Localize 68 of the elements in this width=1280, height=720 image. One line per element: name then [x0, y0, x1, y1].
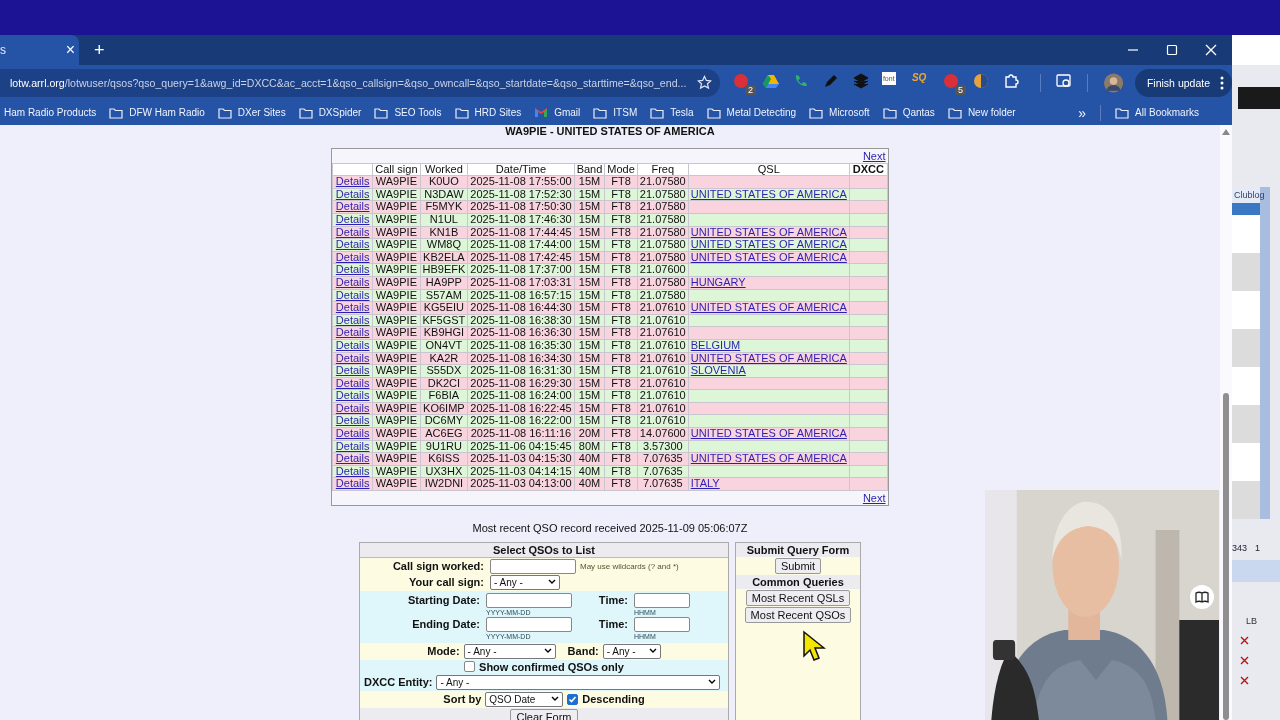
bookmark-item[interactable]: New folder — [947, 106, 1016, 119]
more-bookmarks-button[interactable]: » — [1078, 104, 1087, 121]
field-label: DXCC Entity: — [364, 676, 433, 689]
bookmark-item[interactable]: Qantas — [882, 106, 935, 119]
browser-tab[interactable]: s × — [0, 35, 79, 65]
country-link[interactable]: ITALY — [690, 477, 720, 490]
new-tab-button[interactable]: + — [94, 39, 105, 61]
field-label: Ending Date: — [411, 616, 480, 632]
bookmark-item[interactable]: HRD Sites — [454, 106, 522, 119]
bookmark-item[interactable]: Ham Radio Products — [4, 107, 97, 118]
query-button[interactable]: Most Recent QSOs — [744, 606, 852, 623]
column-header: DXCC — [849, 163, 888, 176]
field-label: Your call sign: — [408, 576, 484, 589]
count-badge: 2 — [744, 84, 756, 95]
bookmark-item[interactable]: ITSM — [593, 106, 638, 119]
column-header: Mode — [604, 163, 638, 176]
column-header: QSL — [688, 163, 850, 176]
page-heading: WA9PIE - UNITED STATES OF AMERICA — [505, 125, 715, 138]
mode-select[interactable]: - Any - — [463, 643, 556, 659]
next-link[interactable]: Next — [862, 492, 886, 505]
column-header: Date/Time — [467, 163, 575, 176]
status-page: 1 — [1255, 543, 1261, 553]
form-title: Select QSOs to List — [360, 542, 728, 558]
field-label: Band: — [567, 645, 599, 658]
address-bar[interactable]: lotw.arrl.org/lotwuser/qsos?qso_query=1&awg_id=DXCC&ac_acct=1&qso_callsign=&qso_owncall=&qso_startdate=&qso_starttime=&qso_end... — [0, 68, 720, 97]
column-header: Freq — [637, 163, 689, 176]
extension-icon[interactable]: 2 — [731, 70, 756, 95]
field-label: Starting Date: — [406, 592, 480, 608]
bookmark-item[interactable]: SEO Tools — [374, 106, 442, 119]
extension-icon[interactable]: 5 — [941, 70, 966, 95]
recent-record-text: Most recent QSO record received 2025-11-09 05:06:07Z — [472, 521, 748, 534]
field-label: Call sign worked: — [391, 560, 484, 573]
band-select[interactable]: - Any - — [602, 643, 661, 659]
field-label: Sort by — [443, 693, 482, 706]
count-badge: 5 — [954, 84, 966, 95]
all-bookmarks-button[interactable]: All Bookmarks — [1115, 106, 1199, 119]
query-button[interactable]: Most Recent QSLs — [745, 589, 851, 606]
field-label: Time: — [597, 616, 628, 632]
checkbox-label: Descending — [582, 693, 645, 706]
sort-select[interactable]: QSO Date — [485, 691, 564, 707]
column-header: Call sign — [372, 163, 420, 176]
dxcc-entity-select[interactable]: - Any - — [436, 674, 721, 690]
checkbox-label: Show confirmed QSOs only — [479, 660, 624, 673]
tab-title: s — [0, 43, 6, 57]
call-sign-select[interactable]: - Any - — [490, 574, 560, 590]
next-link[interactable]: Next — [862, 150, 886, 162]
field-label: Mode: — [427, 645, 460, 658]
bookmark-item[interactable]: DXSpider — [298, 106, 362, 119]
bookmark-item[interactable]: Gmail — [534, 107, 581, 118]
column-header: LB — [1246, 616, 1257, 626]
url-text: lotw.arrl.org/lotwuser/qsos?qso_query=1&awg_id=DXCC&ac_acct=1&qso_callsign=&qso_owncall=&qso_startdate=&qso_starttime=&qso_end... — [10, 76, 688, 89]
status-count: 343 — [1232, 543, 1248, 553]
section-title: Common Queries — [736, 574, 860, 589]
extension-icon[interactable]: SQ — [911, 70, 936, 95]
column-header: Worked — [420, 163, 468, 176]
field-label: Time: — [597, 592, 628, 608]
bookmark-item[interactable]: DXer Sites — [217, 106, 286, 119]
column-header: Band — [574, 163, 605, 176]
form-title: Submit Query Form — [736, 542, 860, 557]
bookmark-item[interactable]: DFW Ham Radio — [109, 106, 205, 119]
bookmark-item[interactable]: Microsoft — [809, 106, 870, 119]
bookmark-item[interactable]: Tesla — [650, 106, 694, 119]
bookmark-item[interactable]: Metal Detecting — [706, 106, 797, 119]
close-tab-button[interactable]: × — [65, 41, 75, 59]
wildcard-hint: May use wildcards (? and *) — [580, 561, 679, 571]
clear-form-button[interactable]: Clear Form — [510, 708, 578, 720]
submit-button[interactable]: Submit — [774, 557, 822, 574]
finish-update-button[interactable]: Finish update — [1134, 68, 1232, 97]
